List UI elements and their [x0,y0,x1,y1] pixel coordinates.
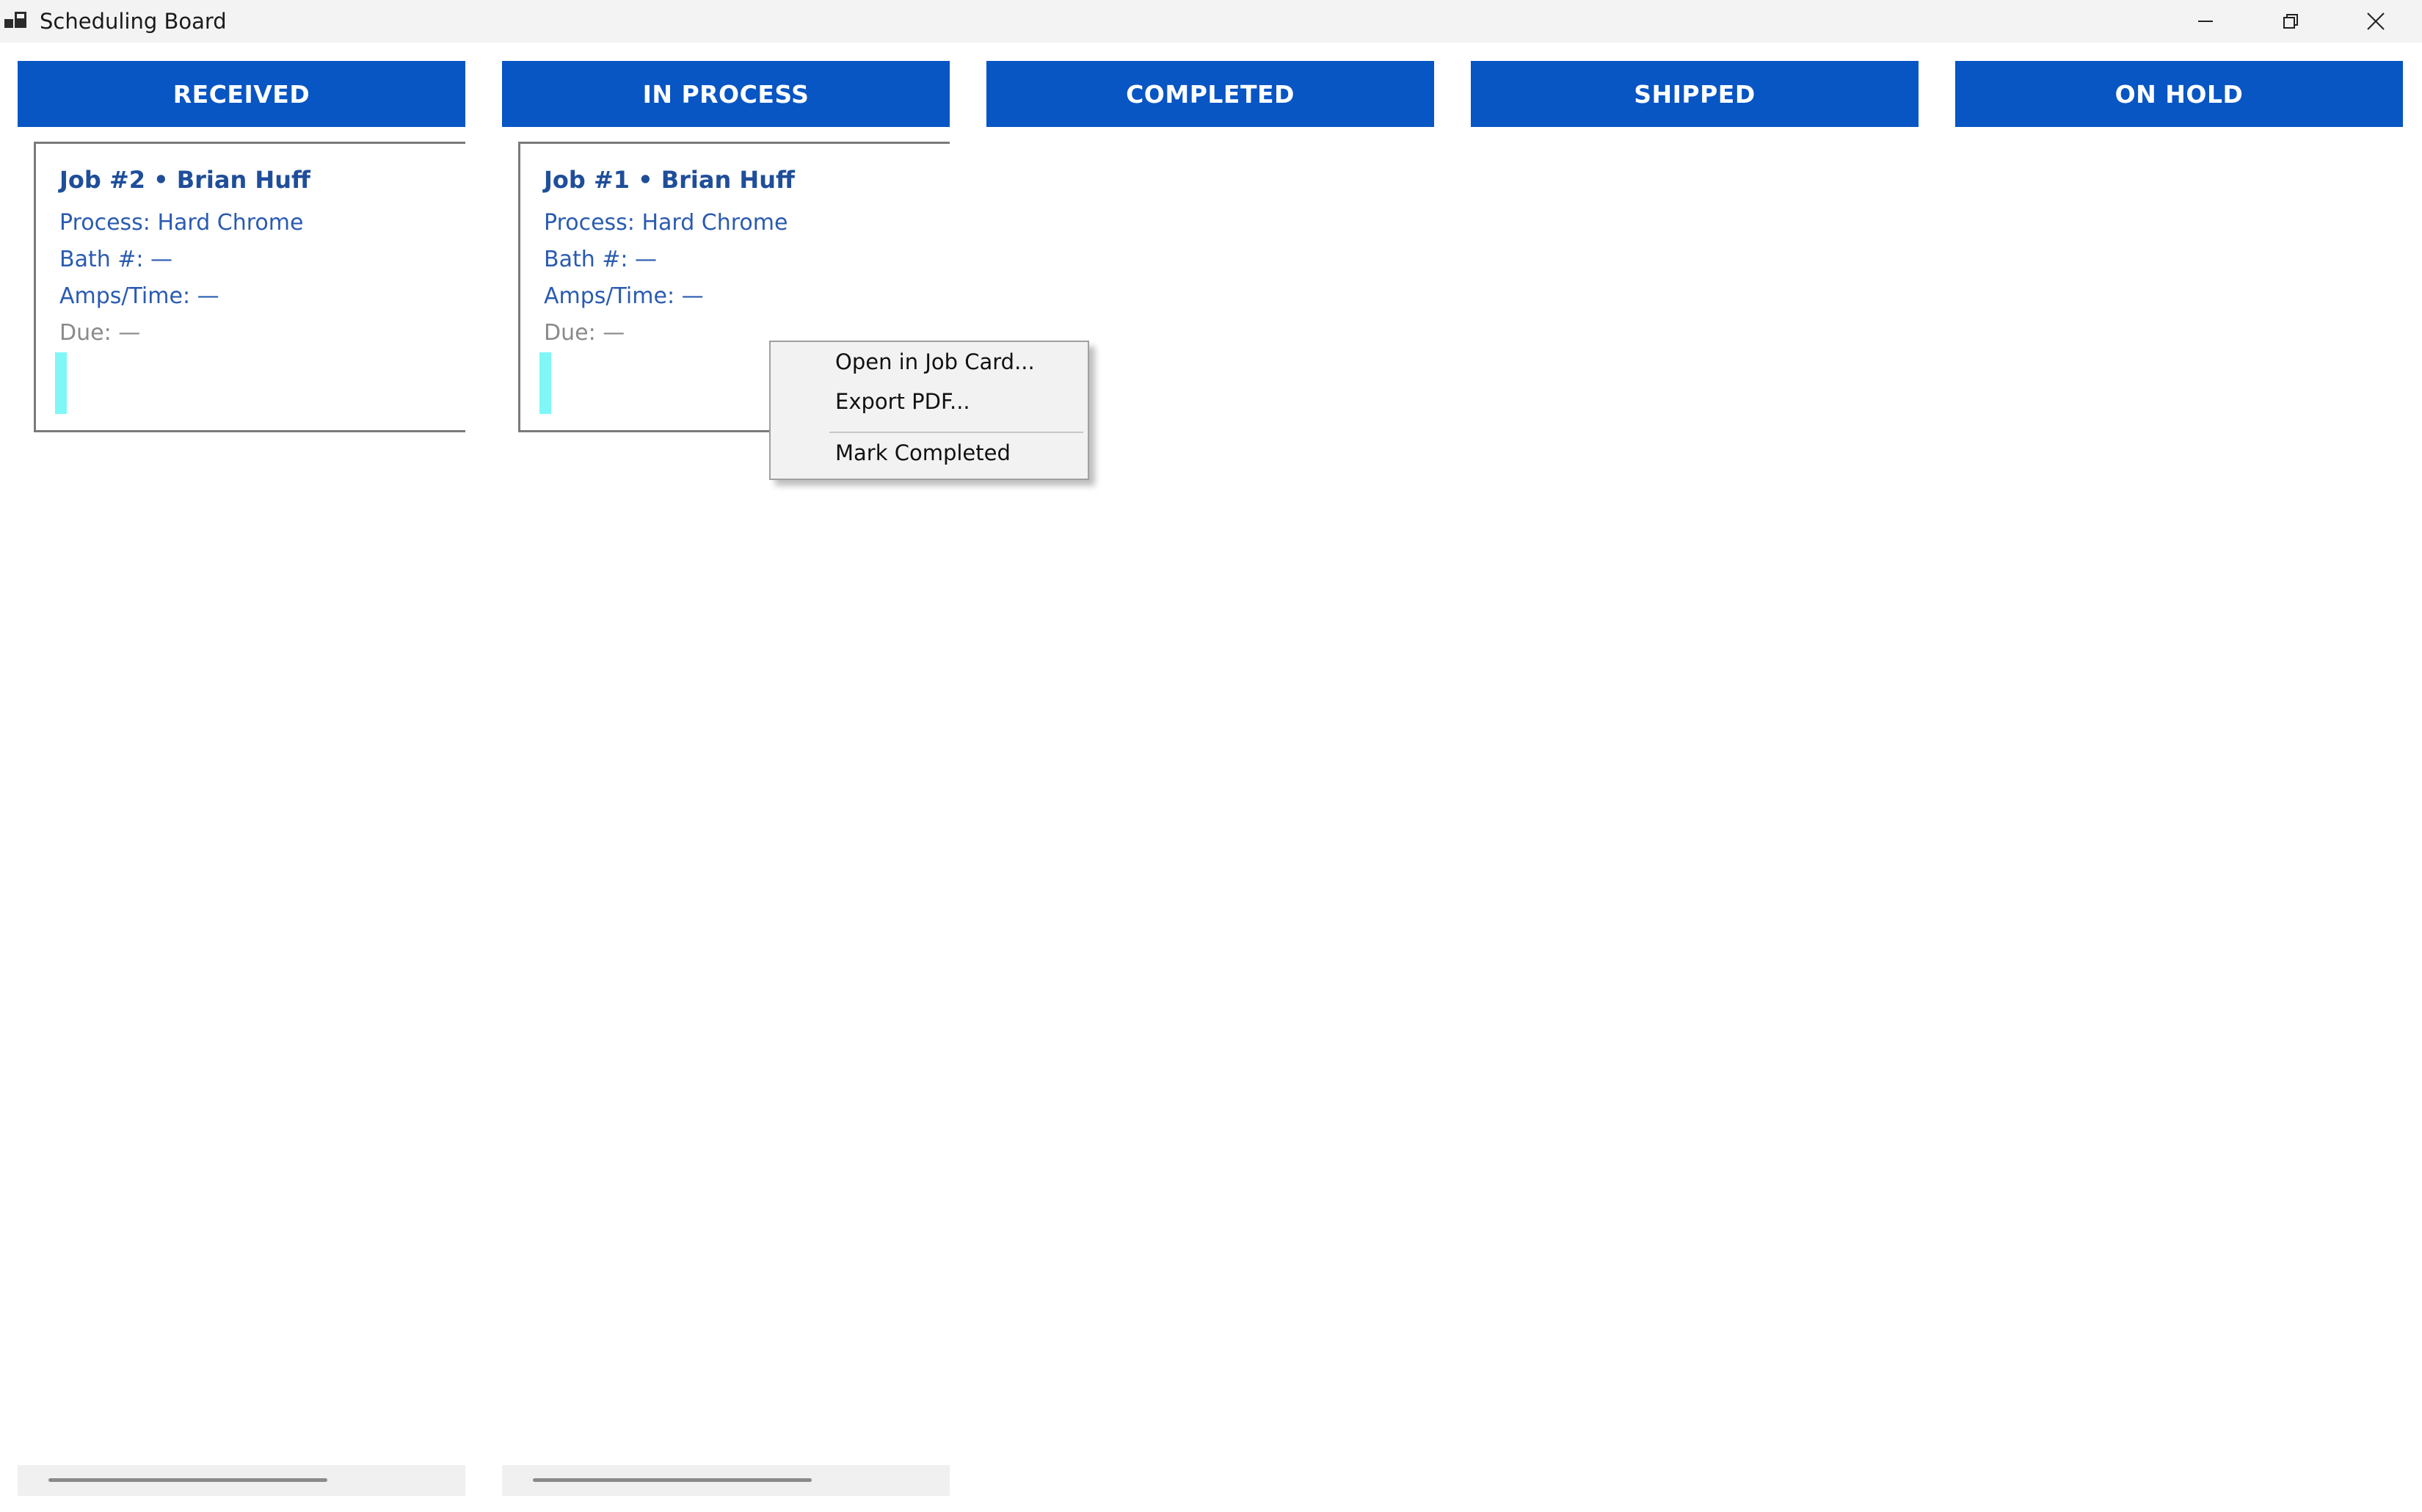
job-card-status-bar [539,352,551,414]
column-received-list: Job #2 • Brian Huff Process: Hard Chrome… [18,139,465,1461]
column-header-shipped[interactable]: SHIPPED [1471,61,1919,127]
received-horizontal-scrollbar[interactable] [18,1465,465,1496]
column-in-process-list: Job #1 • Brian Huff Process: Hard Chrome… [502,139,950,1461]
menu-separator [829,432,1083,433]
window-title: Scheduling Board [40,9,227,34]
restore-icon [2282,12,2299,30]
column-header-in-process[interactable]: IN PROCESS [502,61,950,127]
scrollbar-thumb[interactable] [533,1478,812,1482]
minimize-button[interactable] [2164,0,2247,43]
minimize-icon [2197,12,2214,30]
in-process-horizontal-scrollbar[interactable] [502,1465,950,1496]
column-header-received[interactable]: RECEIVED [18,61,465,127]
job-card-bath: Bath #: — [544,247,658,272]
column-on-hold-list [1955,139,2403,1461]
job-card-amps: Amps/Time: — [544,283,704,309]
job-card[interactable]: Job #2 • Brian Huff Process: Hard Chrome… [34,142,465,432]
menu-item-mark-completed[interactable]: Mark Completed [835,440,1011,465]
job-card-due: Due: — [59,320,141,346]
job-card-amps: Amps/Time: — [59,283,219,309]
title-bar[interactable]: Scheduling Board [0,0,2422,43]
job-card-process: Process: Hard Chrome [59,210,304,236]
job-card-process: Process: Hard Chrome [544,210,788,236]
job-card-title: Job #2 • Brian Huff [59,166,310,194]
job-card-title: Job #1 • Brian Huff [544,166,795,194]
column-header-completed[interactable]: COMPLETED [986,61,1434,127]
scheduling-board-window: Scheduling Board RECEIVED IN PROCESS COM… [0,0,2422,1512]
job-card-bath: Bath #: — [59,247,173,272]
job-card-status-bar [55,352,67,414]
close-icon [2366,12,2385,31]
app-window-icon [4,10,28,32]
column-header-on-hold[interactable]: ON HOLD [1955,61,2403,127]
scrollbar-thumb[interactable] [48,1478,327,1482]
restore-button[interactable] [2249,0,2332,43]
job-card-due: Due: — [544,320,625,346]
menu-item-open-in-job-card[interactable]: Open in Job Card... [835,349,1035,374]
context-menu: Open in Job Card... Export PDF... Mark C… [769,341,1089,480]
menu-item-export-pdf[interactable]: Export PDF... [835,389,970,414]
close-button[interactable] [2334,0,2418,43]
column-shipped-list [1471,139,1919,1461]
column-completed-list [986,139,1434,1461]
